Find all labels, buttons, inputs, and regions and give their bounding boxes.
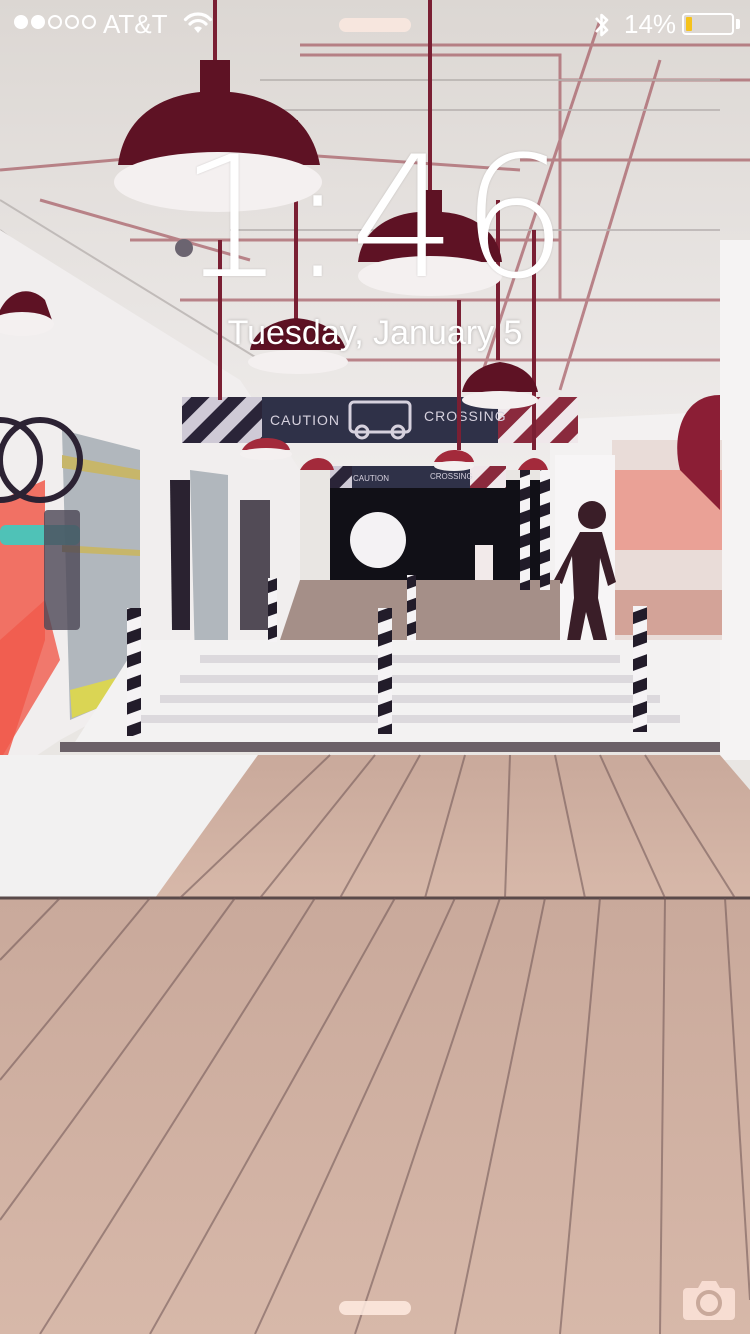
near-sign-left-text: CAUTION xyxy=(270,412,340,428)
signal-dot xyxy=(14,15,28,29)
far-sign-right-text: CROSSING xyxy=(430,472,473,481)
battery-tip xyxy=(736,19,740,29)
far-sign-left-text: CAUTION xyxy=(353,474,389,483)
signal-dot xyxy=(65,15,79,29)
battery-icon xyxy=(682,13,734,35)
wifi-icon xyxy=(183,11,213,42)
signal-dot xyxy=(82,15,96,29)
camera-icon[interactable] xyxy=(681,1276,737,1322)
signal-dot xyxy=(31,15,45,29)
signal-dot xyxy=(48,15,62,29)
notification-center-grabber[interactable] xyxy=(339,18,411,32)
battery-level-fill xyxy=(686,17,692,31)
carrier-name: AT&T xyxy=(103,9,168,39)
status-bar: AT&T 14% xyxy=(0,0,750,50)
battery-percentage: 14% xyxy=(624,9,677,39)
lock-screen-date: Tuesday, January 5 xyxy=(227,314,523,352)
control-center-grabber[interactable] xyxy=(339,1301,411,1315)
lock-screen-time: 1:46 xyxy=(178,120,572,316)
bluetooth-icon xyxy=(592,11,612,46)
near-sign-right-text: CROSSING xyxy=(424,408,507,424)
signal-strength-indicator xyxy=(14,15,96,29)
